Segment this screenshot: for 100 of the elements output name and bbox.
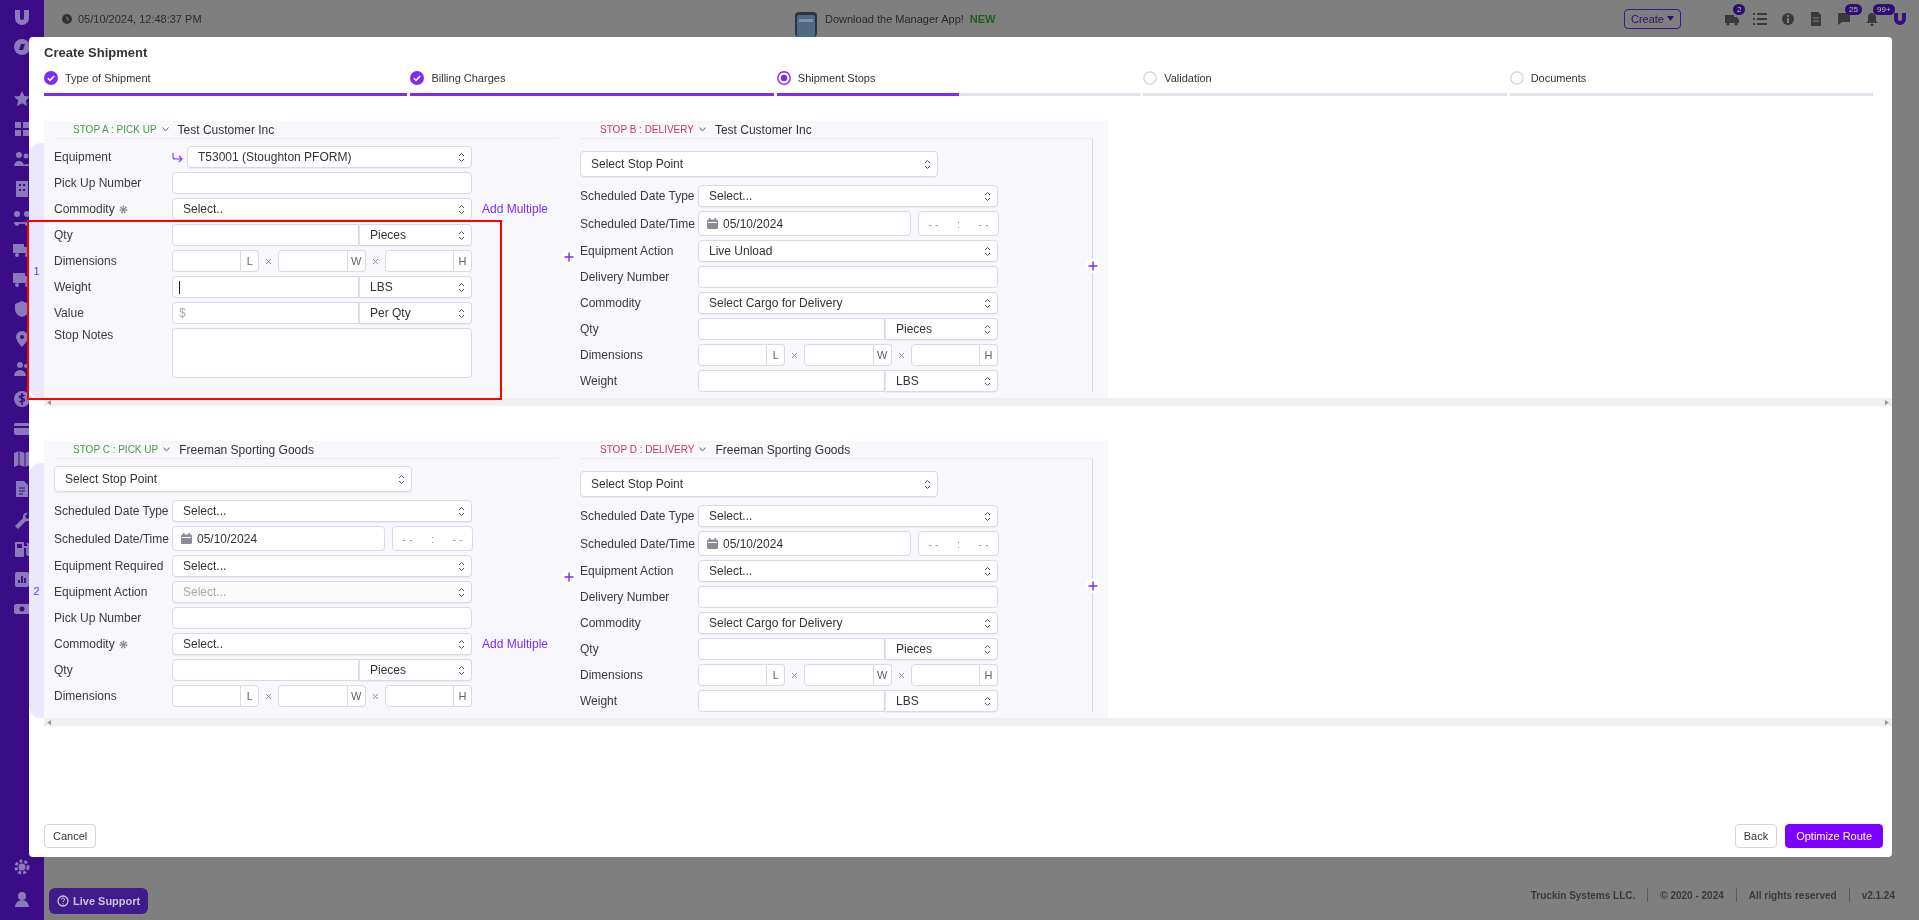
step-label[interactable]: Validation [1164,72,1212,84]
back-button[interactable]: Back [1734,824,1778,848]
step-label[interactable]: Billing Charges [431,72,506,84]
select-field[interactable]: Select... [172,555,472,577]
stop-point-select[interactable]: Select Stop Point [54,466,412,492]
plus-icon[interactable] [561,568,578,585]
text-input[interactable] [698,318,885,340]
phone-icon[interactable] [793,11,819,37]
dimension-input[interactable] [278,250,348,272]
user-icon[interactable] [13,890,31,908]
text-input[interactable] [172,172,472,194]
customer-name: Test Customer Inc [177,122,275,137]
create-button[interactable]: Create [1623,8,1681,29]
unit-select[interactable]: Pieces [359,224,472,246]
select-field[interactable]: Select... [698,505,998,527]
select-field[interactable]: Select... [698,560,998,582]
add-multiple-link[interactable]: Add Multiple [482,202,559,216]
text-input[interactable] [698,370,885,392]
map-icon[interactable] [12,449,32,469]
sort-caret-icon [458,281,465,293]
plus-icon[interactable] [1085,577,1102,594]
bell-icon[interactable] [1865,11,1879,26]
dimension-input[interactable] [172,685,242,707]
text-input[interactable] [698,638,885,660]
dimension-input[interactable] [384,250,454,272]
chart-icon[interactable] [12,569,32,589]
dimension-input[interactable] [804,344,874,366]
date-field[interactable]: 05/10/2024 [698,531,911,556]
stop-type-label[interactable]: STOP D : DELIVERY [600,444,695,455]
coin-icon[interactable] [12,389,32,409]
horizontal-scrollbar[interactable] [44,718,1892,726]
add-multiple-link[interactable]: Add Multiple [482,637,559,651]
date-field[interactable]: 05/10/2024 [172,526,385,551]
chevron-down-icon[interactable] [163,447,171,452]
scroll-left-icon[interactable] [47,399,51,405]
text-input[interactable] [698,266,998,288]
optimize-route-button[interactable]: Optimize Route [1785,824,1883,848]
unit-select[interactable]: Pieces [885,638,998,660]
stop-point-select[interactable]: Select Stop Point [580,151,938,177]
plus-icon[interactable] [1085,257,1102,274]
step-label[interactable]: Type of Shipment [65,72,151,84]
unit-addon: H [980,664,998,686]
stop-point-select[interactable]: Select Stop Point [580,471,938,497]
dimension-input[interactable] [910,664,980,686]
people-icon[interactable] [12,149,32,169]
scroll-right-icon[interactable] [1885,719,1889,725]
field-label: Qty [580,322,599,336]
unit-select[interactable]: LBS [359,276,472,298]
chevron-down-icon[interactable] [161,127,169,132]
date-field[interactable]: 05/10/2024 [698,211,911,236]
chevron-down-icon[interactable] [698,127,706,132]
gear-icon[interactable] [118,204,128,214]
select-field[interactable]: Select... [698,185,998,207]
text-input[interactable] [172,224,359,246]
select-field[interactable]: Live Unload [698,240,998,262]
plus-icon[interactable] [561,248,578,265]
dimension-input[interactable] [804,664,874,686]
unit-select[interactable]: Pieces [359,659,472,681]
dimension-input[interactable] [384,685,454,707]
logo-icon[interactable] [1893,11,1907,26]
unit-select[interactable]: LBS [885,690,998,712]
step-label[interactable]: Shipment Stops [797,72,876,84]
gear-icon[interactable] [13,858,31,876]
text-input[interactable] [172,607,472,629]
select-field[interactable]: Select... [172,500,472,522]
unit-select[interactable]: Pieces [885,318,998,340]
unit-select[interactable]: Per Qty [359,302,472,324]
horizontal-scrollbar[interactable] [44,398,1892,406]
fuel-icon[interactable] [12,539,32,559]
text-input[interactable] [172,659,359,681]
text-input[interactable] [698,586,998,608]
text-input[interactable] [172,276,359,298]
select-field[interactable]: Select Cargo for Delivery [698,292,998,314]
grid-icon[interactable] [12,119,32,139]
scroll-right-icon[interactable] [1885,399,1889,405]
chat-icon[interactable] [1837,11,1851,26]
step-label[interactable]: Documents [1530,72,1587,84]
gear-icon[interactable] [118,639,128,649]
unit-select[interactable]: LBS [885,370,998,392]
stop-type-label[interactable]: STOP B : DELIVERY [600,124,694,135]
compass-icon[interactable] [12,37,32,57]
dimension-input[interactable] [172,250,242,272]
select-field[interactable]: Select Cargo for Delivery [698,612,998,634]
info-icon[interactable] [1781,11,1795,26]
dimension-input[interactable] [910,344,980,366]
select-field[interactable]: T53001 (Stoughton PFORM) [187,146,472,168]
live-support-button[interactable]: Live Support [49,888,149,914]
list-icon[interactable] [1753,11,1767,26]
select-field[interactable]: Select.. [172,633,472,655]
chevron-down-icon[interactable] [699,447,707,452]
select-field[interactable]: Select.. [172,198,472,220]
dimension-input[interactable] [698,344,768,366]
dimension-input[interactable] [278,685,348,707]
text-input[interactable] [698,690,885,712]
notes-field[interactable] [172,328,472,378]
cancel-button[interactable]: Cancel [44,824,97,848]
times-icon [372,258,378,264]
star-icon[interactable] [12,89,32,109]
scroll-left-icon[interactable] [47,719,51,725]
dimension-input[interactable] [698,664,768,686]
